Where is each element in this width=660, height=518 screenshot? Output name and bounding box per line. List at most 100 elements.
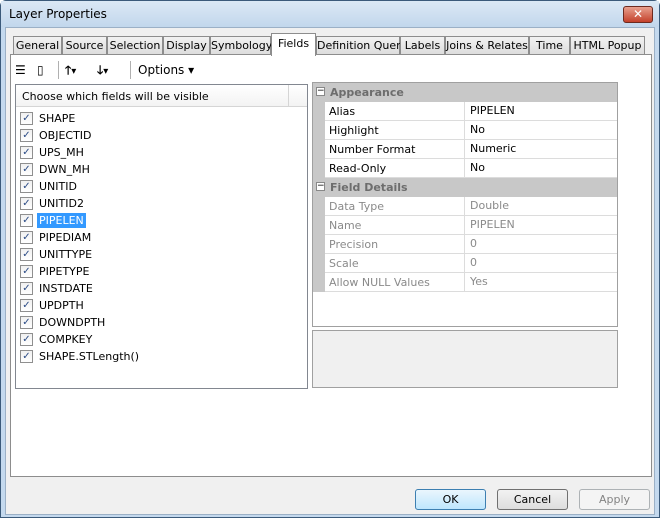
field-name: UNITTYPE bbox=[39, 247, 93, 261]
checkbox[interactable]: ✓ bbox=[20, 298, 33, 312]
apply-button[interactable]: Apply bbox=[579, 489, 650, 510]
move-down-icon[interactable]: 🡓▾ bbox=[97, 61, 108, 79]
title-bar: Layer Properties ✕ bbox=[1, 1, 659, 27]
property-row[interactable]: Allow NULL Values Yes bbox=[313, 273, 617, 292]
property-name: Name bbox=[329, 219, 362, 232]
checkbox[interactable]: ✓ bbox=[20, 179, 33, 193]
list-item[interactable]: ✓ DWN_MH bbox=[20, 161, 92, 177]
field-name: UPS_MH bbox=[39, 145, 84, 159]
fields-list-header: Choose which fields will be visible bbox=[16, 85, 307, 107]
checkbox[interactable]: ✓ bbox=[20, 213, 33, 227]
options-label: Options bbox=[138, 63, 185, 77]
window-title: Layer Properties bbox=[9, 7, 107, 21]
checkbox[interactable]: ✓ bbox=[20, 315, 33, 329]
checkbox[interactable]: ✓ bbox=[20, 349, 33, 363]
fields-list[interactable]: Choose which fields will be visible ✓ SHA… bbox=[15, 84, 308, 389]
tab-general[interactable]: General bbox=[13, 36, 62, 55]
field-name: COMPKEY bbox=[39, 332, 93, 346]
fields-tab-panel: ☰ ▯ 🡑▾ 🡓▾ Options ▾ Choose which fields … bbox=[10, 54, 652, 477]
property-name: Alias bbox=[329, 105, 356, 118]
collapse-icon[interactable]: − bbox=[316, 182, 325, 191]
property-row[interactable]: Name PIPELEN bbox=[313, 216, 617, 235]
property-value: 0 bbox=[464, 235, 617, 253]
category-appearance[interactable]: − Appearance bbox=[313, 83, 617, 102]
property-grid: − Appearance Alias PIPELEN Highlight No Number… bbox=[312, 82, 618, 327]
tab-time[interactable]: Time bbox=[529, 36, 570, 55]
field-name: UNITID2 bbox=[39, 196, 84, 210]
list-item[interactable]: ✓ COMPKEY bbox=[20, 331, 94, 347]
options-menu-button[interactable]: Options ▾ bbox=[138, 61, 194, 79]
list-item[interactable]: ✓ SHAPE bbox=[20, 110, 77, 126]
property-value[interactable]: No bbox=[464, 159, 617, 177]
list-view-icon[interactable]: ☰ bbox=[15, 61, 26, 79]
checkbox[interactable]: ✓ bbox=[20, 162, 33, 176]
checkbox[interactable]: ✓ bbox=[20, 230, 33, 244]
field-name: DWN_MH bbox=[39, 162, 90, 176]
tab-definition-query[interactable]: Definition Query bbox=[316, 36, 407, 55]
property-row[interactable]: Alias PIPELEN bbox=[313, 102, 617, 121]
list-item[interactable]: ✓ PIPETYPE bbox=[20, 263, 91, 279]
list-item[interactable]: ✓ PIPELEN bbox=[20, 212, 86, 228]
property-name: Data Type bbox=[329, 200, 385, 213]
property-name: Read-Only bbox=[329, 162, 387, 175]
list-item[interactable]: ✓ INSTDATE bbox=[20, 280, 95, 296]
property-row[interactable]: Data Type Double bbox=[313, 197, 617, 216]
property-row[interactable]: Highlight No bbox=[313, 121, 617, 140]
cancel-button[interactable]: Cancel bbox=[497, 489, 568, 510]
checkbox[interactable]: ✓ bbox=[20, 247, 33, 261]
property-name: Highlight bbox=[329, 124, 379, 137]
list-item[interactable]: ✓ UPDPTH bbox=[20, 297, 86, 313]
property-value: PIPELEN bbox=[464, 216, 617, 234]
field-name: UPDPTH bbox=[39, 298, 84, 312]
property-row[interactable]: Scale 0 bbox=[313, 254, 617, 273]
property-row[interactable]: Precision 0 bbox=[313, 235, 617, 254]
checkbox[interactable]: ✓ bbox=[20, 145, 33, 159]
checkbox[interactable]: ✓ bbox=[20, 281, 33, 295]
list-item[interactable]: ✓ DOWNDPTH bbox=[20, 314, 107, 330]
checkbox[interactable]: ✓ bbox=[20, 332, 33, 346]
tab-labels[interactable]: Labels bbox=[400, 36, 445, 55]
list-item[interactable]: ✓ SHAPE.STLength() bbox=[20, 348, 141, 364]
dialog-client: General Source Selection Display Symbology Fi… bbox=[5, 27, 655, 515]
field-name: UNITID bbox=[39, 179, 77, 193]
category-field-details[interactable]: − Field Details bbox=[313, 178, 617, 197]
property-value: Double bbox=[464, 197, 617, 215]
field-name: OBJECTID bbox=[39, 128, 92, 142]
list-item[interactable]: ✓ PIPEDIAM bbox=[20, 229, 93, 245]
property-value[interactable]: PIPELEN bbox=[464, 102, 617, 120]
property-name: Number Format bbox=[329, 143, 416, 156]
checkbox[interactable]: ✓ bbox=[20, 128, 33, 142]
checkbox[interactable]: ✓ bbox=[20, 196, 33, 210]
list-item[interactable]: ✓ UPS_MH bbox=[20, 144, 86, 160]
move-up-icon[interactable]: 🡑▾ bbox=[65, 61, 76, 79]
property-value[interactable]: No bbox=[464, 121, 617, 139]
property-row[interactable]: Number Format Numeric bbox=[313, 140, 617, 159]
list-item[interactable]: ✓ UNITID2 bbox=[20, 195, 86, 211]
collapse-icon[interactable]: − bbox=[316, 87, 325, 96]
toolbar-separator bbox=[58, 61, 59, 79]
tab-joins-relates[interactable]: Joins & Relates bbox=[445, 36, 529, 55]
field-name: INSTDATE bbox=[39, 281, 93, 295]
property-value: 0 bbox=[464, 254, 617, 272]
tab-html-popup[interactable]: HTML Popup bbox=[570, 36, 645, 55]
tab-source[interactable]: Source bbox=[62, 36, 107, 55]
ok-button[interactable]: OK bbox=[415, 489, 486, 510]
property-description bbox=[312, 330, 618, 388]
tab-fields[interactable]: Fields bbox=[271, 33, 316, 56]
tab-symbology[interactable]: Symbology bbox=[210, 36, 272, 55]
layer-properties-dialog: Layer Properties ✕ General Source Selectio… bbox=[0, 0, 660, 518]
checkbox[interactable]: ✓ bbox=[20, 264, 33, 278]
property-row[interactable]: Read-Only No bbox=[313, 159, 617, 178]
property-name: Allow NULL Values bbox=[329, 276, 430, 289]
category-title: Field Details bbox=[330, 181, 408, 194]
tab-display[interactable]: Display bbox=[163, 36, 210, 55]
property-value[interactable]: Numeric bbox=[464, 140, 617, 158]
tab-selection[interactable]: Selection bbox=[107, 36, 163, 55]
list-item[interactable]: ✓ UNITID bbox=[20, 178, 79, 194]
close-icon[interactable]: ✕ bbox=[623, 6, 653, 23]
table-view-icon[interactable]: ▯ bbox=[37, 61, 44, 79]
category-title: Appearance bbox=[330, 86, 404, 99]
list-item[interactable]: ✓ OBJECTID bbox=[20, 127, 94, 143]
checkbox[interactable]: ✓ bbox=[20, 111, 33, 125]
list-item[interactable]: ✓ UNITTYPE bbox=[20, 246, 94, 262]
